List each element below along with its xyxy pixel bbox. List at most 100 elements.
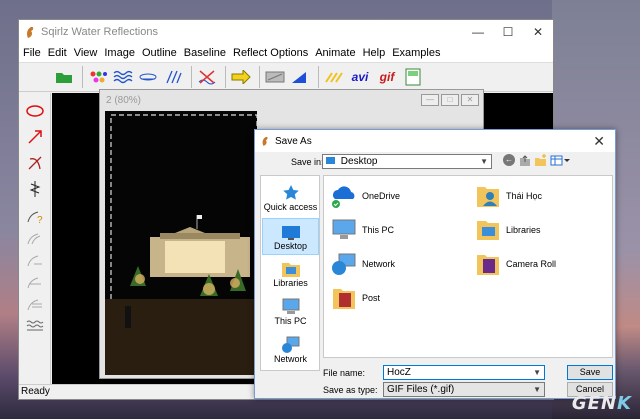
place-quick-access[interactable]: Quick access bbox=[262, 180, 319, 217]
file-list: OneDrive Thái Học This PC Libraries Netw… bbox=[323, 175, 613, 358]
item-label: Libraries bbox=[506, 225, 541, 235]
mask-button[interactable] bbox=[264, 66, 286, 88]
menu-edit[interactable]: Edit bbox=[48, 47, 67, 59]
maximize-button[interactable]: ☐ bbox=[493, 25, 523, 39]
place-this-pc[interactable]: This PC bbox=[262, 294, 319, 331]
place-label: Network bbox=[273, 354, 307, 364]
save-button[interactable]: Save bbox=[567, 365, 613, 380]
save-in-value: Desktop bbox=[340, 156, 378, 167]
open-folder-button[interactable] bbox=[53, 66, 75, 88]
list-item-onedrive[interactable]: OneDrive bbox=[330, 182, 400, 210]
item-label: Thái Học bbox=[506, 191, 543, 201]
save-as-type-select[interactable]: GIF Files (*.gif) ▼ bbox=[383, 382, 545, 397]
computer-icon bbox=[282, 298, 299, 314]
panel-button[interactable] bbox=[402, 66, 424, 88]
help-curve-tool[interactable]: ? bbox=[25, 205, 45, 225]
zigzag-tool[interactable] bbox=[25, 179, 45, 199]
list-item-user-folder[interactable]: Thái Học bbox=[474, 182, 542, 210]
help-curve-icon: ? bbox=[27, 211, 43, 224]
photo-folder-icon bbox=[333, 289, 355, 309]
desktop-icon bbox=[281, 226, 300, 240]
lightning-button[interactable] bbox=[323, 66, 345, 88]
menu-image[interactable]: Image bbox=[104, 47, 135, 59]
perspective-button[interactable] bbox=[289, 66, 311, 88]
back-button[interactable]: ← bbox=[503, 154, 515, 166]
place-label: Quick access bbox=[263, 202, 318, 212]
list-item-this-pc[interactable]: This PC bbox=[330, 216, 394, 244]
place-network[interactable]: Network bbox=[262, 332, 319, 369]
curve-tool-1[interactable] bbox=[25, 227, 45, 247]
menu-reflect-options[interactable]: Reflect Options bbox=[233, 47, 308, 59]
app-titlebar: Sqirlz Water Reflections — ☐ ✕ bbox=[19, 20, 553, 44]
curve-tool-3[interactable] bbox=[25, 271, 45, 291]
chevron-down-icon: ▼ bbox=[480, 157, 488, 166]
wave-lines-tool[interactable] bbox=[25, 315, 45, 335]
menu-help[interactable]: Help bbox=[363, 47, 386, 59]
file-name-label: File name: bbox=[323, 368, 366, 378]
watermark-suffix: K bbox=[617, 393, 632, 414]
child-close-button[interactable]: ✕ bbox=[461, 94, 479, 106]
bow-tool[interactable] bbox=[25, 153, 45, 173]
color-dots-button[interactable] bbox=[87, 66, 109, 88]
menu-outline[interactable]: Outline bbox=[142, 47, 177, 59]
menu-baseline[interactable]: Baseline bbox=[184, 47, 226, 59]
mask-icon bbox=[265, 71, 285, 83]
save-as-dialog: Save As ✕ Save in: Desktop ▼ ← Quick acc… bbox=[254, 129, 616, 399]
arrow-right-button[interactable] bbox=[230, 66, 252, 88]
ripple-button[interactable] bbox=[137, 66, 159, 88]
chevron-down-icon: ▼ bbox=[533, 385, 541, 394]
list-item-libraries[interactable]: Libraries bbox=[474, 216, 541, 244]
save-gif-button[interactable]: gif bbox=[375, 66, 399, 88]
squirrel-app-icon bbox=[262, 136, 268, 146]
up-folder-button[interactable] bbox=[519, 154, 531, 167]
star-icon bbox=[282, 185, 299, 200]
new-folder-icon bbox=[535, 154, 546, 166]
line-arrow-icon bbox=[28, 130, 42, 144]
ellipse-icon bbox=[26, 105, 44, 117]
file-name-input[interactable]: HocZ ▼ bbox=[383, 365, 545, 380]
night-photo bbox=[105, 111, 257, 375]
place-desktop[interactable]: Desktop bbox=[262, 218, 319, 255]
child-minimize-button[interactable]: — bbox=[421, 94, 439, 106]
dialog-close-button[interactable]: ✕ bbox=[593, 133, 605, 150]
item-label: OneDrive bbox=[362, 191, 401, 201]
save-in-combo[interactable]: Desktop ▼ bbox=[322, 154, 492, 169]
list-item-camera-roll[interactable]: Camera Roll bbox=[474, 250, 556, 278]
ellipse-tool[interactable] bbox=[25, 101, 45, 121]
curve-tool-4[interactable] bbox=[25, 293, 45, 313]
app-title: Sqirlz Water Reflections bbox=[41, 26, 158, 38]
menu-animate[interactable]: Animate bbox=[315, 47, 355, 59]
menu-view[interactable]: View bbox=[74, 47, 98, 59]
waves-button[interactable] bbox=[112, 66, 134, 88]
save-avi-button[interactable]: avi bbox=[348, 66, 372, 88]
libraries-icon bbox=[477, 221, 499, 240]
list-item-post[interactable]: Post bbox=[330, 284, 380, 312]
child-maximize-button[interactable]: □ bbox=[441, 94, 459, 106]
curve-icon bbox=[27, 233, 41, 245]
place-libraries[interactable]: Libraries bbox=[262, 256, 319, 293]
list-item-network[interactable]: Network bbox=[330, 250, 395, 278]
minimize-button[interactable]: — bbox=[463, 25, 493, 39]
menu-file[interactable]: File bbox=[23, 47, 41, 59]
places-bar: Quick access Desktop Libraries This PC N… bbox=[260, 175, 320, 371]
save-in-label: Save in: bbox=[291, 157, 324, 167]
menu-examples[interactable]: Examples bbox=[392, 47, 440, 59]
rain-button[interactable] bbox=[162, 66, 184, 88]
file-name-value: HocZ bbox=[387, 367, 411, 378]
curve-tool-2[interactable] bbox=[25, 249, 45, 269]
white-house-night-image bbox=[105, 111, 257, 375]
dialog-titlebar: Save As ✕ bbox=[255, 130, 615, 152]
no-reflect-button[interactable] bbox=[196, 66, 218, 88]
child-title: 2 (80%) bbox=[106, 94, 142, 106]
genk-watermark: GENK bbox=[572, 393, 632, 414]
view-menu-icon bbox=[550, 155, 570, 166]
line-arrow-tool[interactable] bbox=[25, 127, 45, 147]
computer-icon bbox=[332, 219, 356, 239]
menu-bar: File Edit View Image Outline Baseline Re… bbox=[19, 44, 553, 62]
waves-icon bbox=[113, 70, 133, 84]
view-menu-button[interactable] bbox=[550, 154, 570, 167]
new-folder-button[interactable] bbox=[534, 154, 547, 167]
svg-text:?: ? bbox=[37, 215, 43, 224]
child-titlebar: 2 (80%) — □ ✕ bbox=[100, 90, 483, 110]
close-button[interactable]: ✕ bbox=[523, 25, 553, 39]
